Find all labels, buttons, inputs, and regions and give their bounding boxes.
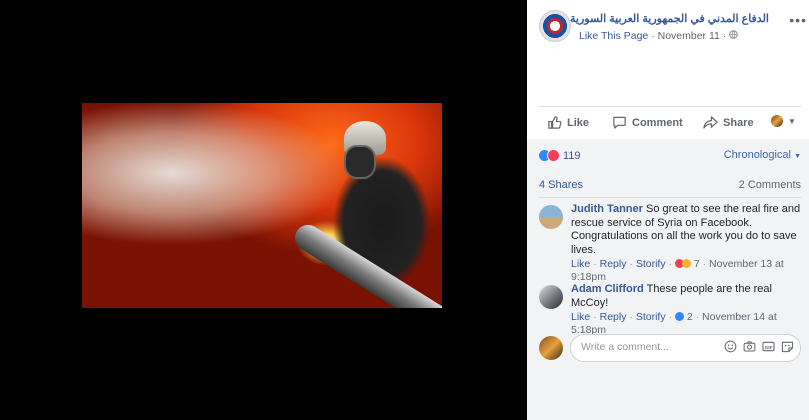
love-reaction-icon[interactable] — [547, 149, 560, 162]
comment-order-dropdown[interactable]: Chronological ▼ — [724, 149, 801, 161]
post-photo[interactable] — [82, 103, 442, 308]
comment-composer: GIF — [539, 334, 801, 364]
globe-icon — [729, 30, 739, 42]
divider — [539, 197, 801, 198]
link-separator: · — [668, 311, 673, 323]
link-separator: · — [668, 258, 673, 270]
post-header: الدفاع المدني في الجمهورية العربية السور… — [539, 10, 806, 46]
page-avatar[interactable] — [539, 10, 571, 42]
like-button[interactable]: Like — [547, 115, 589, 130]
link-separator: · — [702, 258, 707, 270]
link-separator: · — [593, 258, 597, 270]
feedback-area: 119 Chronological ▼ 4 Shares 2 Comments … — [527, 139, 809, 420]
comment-reactions[interactable]: 7 — [674, 258, 700, 270]
photo-viewer — [0, 0, 527, 420]
like-page-link[interactable]: Like This Page — [579, 30, 648, 42]
share-button[interactable]: Share — [703, 115, 754, 130]
page-name-link[interactable]: الدفاع المدني في الجمهورية العربية السور… — [570, 12, 769, 25]
react-as-selector[interactable]: ▼ — [771, 115, 796, 127]
composer-icons: GIF — [724, 340, 794, 353]
commenter-avatar[interactable] — [539, 205, 563, 229]
link-separator: · — [695, 311, 700, 323]
share-arrow-icon — [703, 116, 718, 129]
shares-count-link[interactable]: 4 Shares — [539, 179, 583, 191]
comment-like-link[interactable]: Like — [571, 258, 590, 270]
comment-like-link[interactable]: Like — [571, 311, 590, 323]
comment-actions: Like · Reply · Storify · 7 · November 13… — [571, 258, 803, 284]
link-separator: · — [629, 311, 633, 323]
like-label: Like — [567, 116, 590, 129]
comment-reply-link[interactable]: Reply — [600, 311, 627, 323]
emoji-icon[interactable] — [724, 340, 737, 353]
speech-bubble-icon — [613, 116, 626, 129]
comment-reply-link[interactable]: Reply — [600, 258, 627, 270]
comment-input-box[interactable]: GIF — [570, 334, 801, 362]
svg-text:GIF: GIF — [764, 345, 772, 351]
sticker-icon[interactable] — [781, 340, 794, 353]
photo-mask — [344, 145, 376, 179]
current-user-avatar[interactable] — [539, 336, 563, 360]
comment-reaction-count: 7 — [693, 258, 700, 270]
chevron-down-icon: ▼ — [794, 153, 801, 160]
post-sidebar: الدفاع المدني في الجمهورية العربية السور… — [527, 0, 809, 420]
like-reaction-icon — [674, 312, 684, 321]
thumbs-up-icon — [548, 116, 562, 129]
more-options-icon[interactable]: ••• — [789, 12, 807, 28]
photo-hose — [290, 219, 442, 308]
post-meta: Like This Page · November 11 · — [579, 30, 739, 42]
sad-reaction-icon — [681, 259, 691, 268]
reactions-row: 119 Chronological ▼ — [539, 149, 801, 165]
link-separator: · — [593, 311, 597, 323]
comment-reactions[interactable]: 2 — [674, 311, 693, 323]
camera-icon[interactable] — [743, 340, 756, 353]
comment-order-label: Chronological — [723, 149, 791, 161]
commenter-avatar[interactable] — [539, 285, 563, 309]
comment-storify-link[interactable]: Storify — [636, 258, 666, 270]
chevron-down-icon: ▼ — [788, 116, 796, 126]
link-separator: · — [629, 258, 633, 270]
meta-separator: · — [722, 30, 727, 42]
comment-button[interactable]: Comment — [612, 115, 683, 130]
share-label: Share — [723, 116, 754, 129]
meta-separator: · — [651, 30, 655, 42]
react-as-avatar — [771, 115, 783, 127]
comment-label: Comment — [632, 116, 683, 129]
comment-input[interactable] — [579, 340, 713, 354]
comment-author[interactable]: Adam Clifford — [571, 283, 644, 295]
post-actions-bar: Like Comment Share ▼ — [539, 106, 801, 140]
comment-storify-link[interactable]: Storify — [636, 311, 666, 323]
comment-reaction-count: 2 — [686, 311, 693, 323]
post-date[interactable]: November 11 — [658, 30, 720, 42]
comments-count-link[interactable]: 2 Comments — [739, 179, 801, 191]
comment-author[interactable]: Judith Tanner — [571, 203, 643, 215]
comment-body: Adam Clifford These people are the real … — [571, 283, 803, 337]
stats-row: 4 Shares 2 Comments — [539, 179, 801, 195]
reaction-count[interactable]: 119 — [563, 150, 581, 162]
gif-icon[interactable]: GIF — [762, 340, 775, 353]
comment-body: Judith Tanner So great to see the real f… — [571, 203, 803, 284]
